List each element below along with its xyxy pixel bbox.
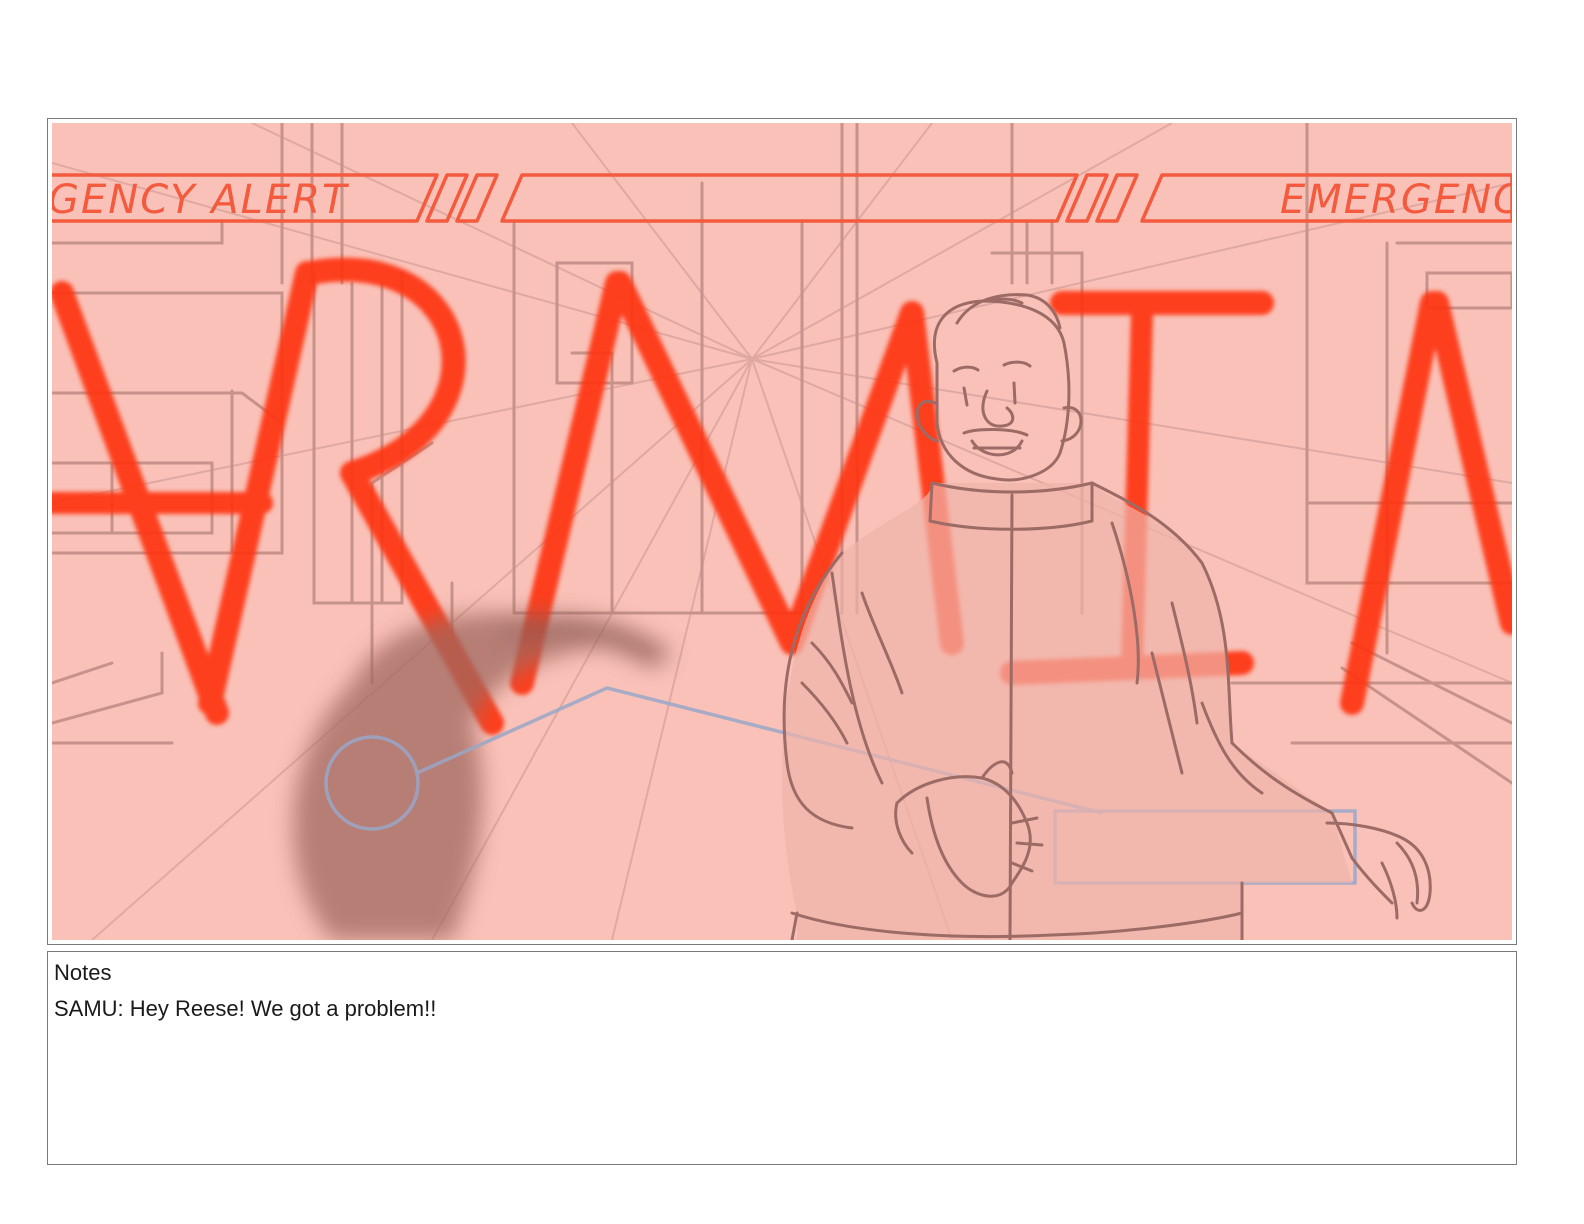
notes-panel: Notes SAMU: Hey Reese! We got a problem!… — [47, 951, 1517, 1165]
banner-text-left: GENCY ALERT — [52, 177, 350, 223]
banner-text-right: EMERGENC — [1280, 177, 1512, 223]
notes-heading: Notes — [54, 960, 112, 985]
storyboard-panel-frame: GENCY ALERT EMERGENC — [47, 118, 1517, 945]
storyboard-panel-image: GENCY ALERT EMERGENC — [52, 123, 1512, 940]
panel-sketch: GENCY ALERT EMERGENC — [52, 123, 1512, 940]
notes-dialogue: SAMU: Hey Reese! We got a problem!! — [54, 996, 437, 1021]
